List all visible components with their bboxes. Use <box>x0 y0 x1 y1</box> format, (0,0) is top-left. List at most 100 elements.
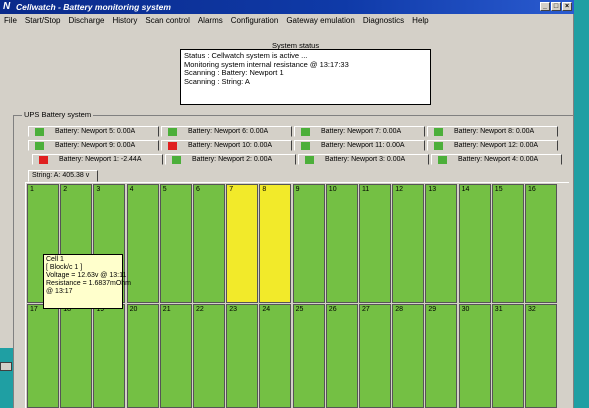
battery-tab-label: Battery: Newport 5: 0.00A <box>55 128 136 135</box>
battery-cell[interactable]: 13 <box>425 184 458 303</box>
menu-scan-control[interactable]: Scan control <box>141 14 193 27</box>
battery-cell[interactable]: 32 <box>525 304 557 408</box>
battery-cell[interactable]: 24 <box>259 304 292 408</box>
menu-start-stop[interactable]: Start/Stop <box>21 14 65 27</box>
battery-tab-label: Battery: Newport 3: 0.00A <box>325 156 406 163</box>
battery-cell[interactable]: 12 <box>392 184 425 303</box>
maximize-icon[interactable]: □ <box>551 2 561 11</box>
battery-tab[interactable]: Battery: Newport 4: 0.00A <box>431 154 562 165</box>
cell-number: 29 <box>428 306 437 313</box>
menu-file[interactable]: File <box>0 14 21 27</box>
cell-number: 24 <box>262 306 271 313</box>
cell-number: 25 <box>295 306 304 313</box>
cell-number: 12 <box>395 186 403 193</box>
title-bar[interactable]: N Cellwatch - Battery monitoring system … <box>0 0 574 14</box>
window-title: Cellwatch - Battery monitoring system <box>16 2 171 12</box>
cell-number: 16 <box>528 186 536 193</box>
battery-tab-label: Battery: Newport 6: 0.00A <box>188 128 269 135</box>
battery-tab[interactable]: Battery: Newport 2: 0.00A <box>165 154 296 165</box>
app-logo-icon: N <box>3 1 11 12</box>
battery-status-indicator <box>35 128 44 136</box>
cell-number: 31 <box>494 306 503 313</box>
battery-tab[interactable]: Battery: Newport 6: 0.00A <box>161 126 292 137</box>
tooltip-line: Resistance = 1.6837mOhm <box>46 280 132 287</box>
menu-bar: File Start/Stop Discharge History Scan contr… <box>0 14 574 27</box>
menu-configuration[interactable]: Configuration <box>227 14 283 27</box>
menu-alarms[interactable]: Alarms <box>194 14 227 27</box>
battery-cell[interactable]: 18 <box>60 304 93 408</box>
battery-cell[interactable]: 15 <box>491 184 524 303</box>
battery-cell[interactable]: 20 <box>126 304 159 408</box>
status-line: Scanning : String: A <box>184 76 250 86</box>
cell-number: 15 <box>494 186 503 193</box>
battery-cell[interactable]: 11 <box>359 184 391 303</box>
battery-tab-label: Battery: Newport 4: 0.00A <box>458 156 539 163</box>
cell-number: 1 <box>30 186 34 193</box>
cell-number: 8 <box>262 186 267 193</box>
cell-number: 27 <box>362 306 370 313</box>
battery-cell[interactable]: 17 <box>27 304 59 408</box>
tooltip-line: Voltage = 12.63v @ 13:11 <box>46 272 127 279</box>
cell-number: 3 <box>96 186 101 193</box>
cell-number: 17 <box>30 306 38 313</box>
menu-gateway-emulation[interactable]: Gateway emulation <box>282 14 358 27</box>
battery-cell[interactable]: 7 <box>226 184 259 303</box>
battery-status-indicator <box>39 156 48 164</box>
close-icon[interactable]: × <box>562 2 572 11</box>
minimize-icon[interactable]: _ <box>540 2 550 11</box>
system-status-box: Status : Cellwatch system is active ... M… <box>180 49 431 105</box>
battery-cell[interactable]: 4 <box>126 184 159 303</box>
tooltip-line: Cell 1 <box>46 256 64 263</box>
cell-number: 28 <box>395 306 403 313</box>
cell-number: 22 <box>196 306 204 313</box>
string-tab[interactable]: String: A: 405.38 v <box>28 170 98 182</box>
battery-tab[interactable]: Battery: Newport 5: 0.00A <box>28 126 159 137</box>
battery-tab[interactable]: Battery: Newport 1: -2.44A <box>32 154 163 165</box>
battery-status-indicator <box>301 128 310 136</box>
cell-tooltip: Cell 1[ Block/c 1 ] Voltage = 12.63v @ 13… <box>43 254 132 309</box>
battery-cell[interactable]: 10 <box>325 184 358 303</box>
battery-status-indicator <box>168 128 177 136</box>
menu-help[interactable]: Help <box>408 14 432 27</box>
cell-number: 10 <box>328 186 337 193</box>
battery-tab[interactable]: Battery: Newport 10: 0.00A <box>161 140 292 151</box>
battery-cell[interactable]: 19 <box>93 304 126 408</box>
battery-cell[interactable]: 30 <box>458 304 491 408</box>
battery-tab[interactable]: Battery: Newport 12: 0.00A <box>427 140 558 151</box>
battery-tab[interactable]: Battery: Newport 7: 0.00A <box>294 126 425 137</box>
battery-cell[interactable]: 8 <box>259 184 292 303</box>
menu-discharge[interactable]: Discharge <box>64 14 108 27</box>
battery-cell[interactable]: 25 <box>292 304 325 408</box>
battery-tab[interactable]: Battery: Newport 11: 0.00A <box>294 140 425 151</box>
battery-cell[interactable]: 27 <box>359 304 391 408</box>
battery-tab-label: Battery: Newport 8: 0.00A <box>454 128 535 135</box>
cell-number: 9 <box>295 186 300 193</box>
cell-number: 26 <box>328 306 337 313</box>
battery-cell[interactable]: 29 <box>425 304 458 408</box>
battery-cell[interactable]: 28 <box>392 304 425 408</box>
main-window: N Cellwatch - Battery monitoring system … <box>0 0 574 408</box>
battery-cell[interactable]: 16 <box>525 184 557 303</box>
battery-cell[interactable]: 22 <box>193 304 225 408</box>
battery-cell[interactable]: 14 <box>458 184 491 303</box>
battery-cell[interactable]: 31 <box>491 304 524 408</box>
battery-tab[interactable]: Battery: Newport 8: 0.00A <box>427 126 558 137</box>
battery-tab-label: Battery: Newport 12: 0.00A <box>454 142 539 149</box>
battery-status-indicator <box>301 142 310 150</box>
window-controls: _ □ × <box>540 2 572 11</box>
menu-diagnostics[interactable]: Diagnostics <box>359 14 408 27</box>
desktop-strip <box>0 348 13 408</box>
minimized-window-icon[interactable] <box>0 362 12 371</box>
tooltip-line: @ 13:17 <box>46 288 73 295</box>
cell-number: 4 <box>129 186 134 193</box>
battery-tab[interactable]: Battery: Newport 3: 0.00A <box>298 154 429 165</box>
battery-cell[interactable]: 6 <box>193 184 225 303</box>
battery-cell[interactable]: 5 <box>159 184 192 303</box>
battery-cell[interactable]: 23 <box>226 304 259 408</box>
battery-cell[interactable]: 21 <box>159 304 192 408</box>
cell-number: 13 <box>428 186 437 193</box>
battery-tab[interactable]: Battery: Newport 9: 0.00A <box>28 140 159 151</box>
battery-cell[interactable]: 9 <box>292 184 325 303</box>
battery-cell[interactable]: 26 <box>325 304 358 408</box>
menu-history[interactable]: History <box>108 14 141 27</box>
